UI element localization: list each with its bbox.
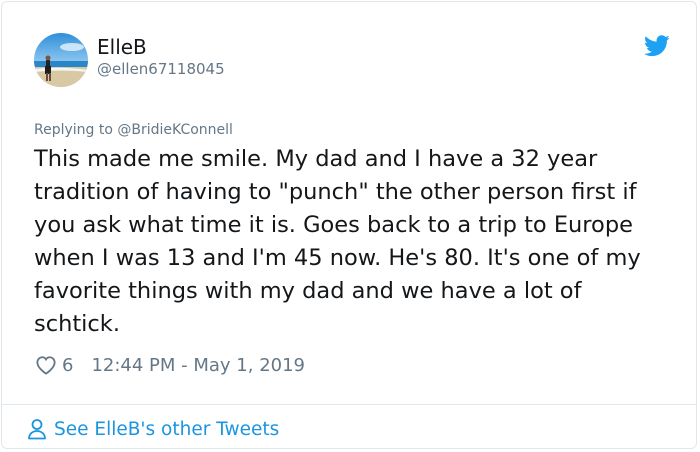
- tweet-meta: 6 12:44 PM - May 1, 2019: [35, 352, 305, 378]
- beach-photo-avatar-image: [34, 33, 88, 87]
- see-other-tweets-link[interactable]: See ElleB's other Tweets: [27, 415, 279, 443]
- tweet-timestamp[interactable]: 12:44 PM - May 1, 2019: [91, 355, 305, 376]
- replying-to-line: Replying to @BridieKConnell: [34, 122, 233, 138]
- twitter-bird-icon[interactable]: [644, 35, 670, 57]
- person-icon: [28, 419, 46, 440]
- author-handle[interactable]: @ellen67118045: [97, 60, 225, 78]
- footer-divider: [2, 404, 696, 405]
- heart-icon[interactable]: [35, 355, 57, 375]
- tweet-text: This made me smile. My dad and I have a …: [34, 146, 641, 337]
- tweet-card: ElleB @ellen67118045 Replying to @Bridie…: [1, 1, 697, 449]
- like-count[interactable]: 6: [62, 355, 73, 376]
- replying-prefix: Replying to: [34, 122, 113, 138]
- avatar[interactable]: [34, 33, 88, 87]
- replying-to-link[interactable]: @BridieKConnell: [117, 122, 233, 138]
- see-other-tweets-label: See ElleB's other Tweets: [54, 418, 280, 440]
- author-name[interactable]: ElleB: [97, 35, 147, 59]
